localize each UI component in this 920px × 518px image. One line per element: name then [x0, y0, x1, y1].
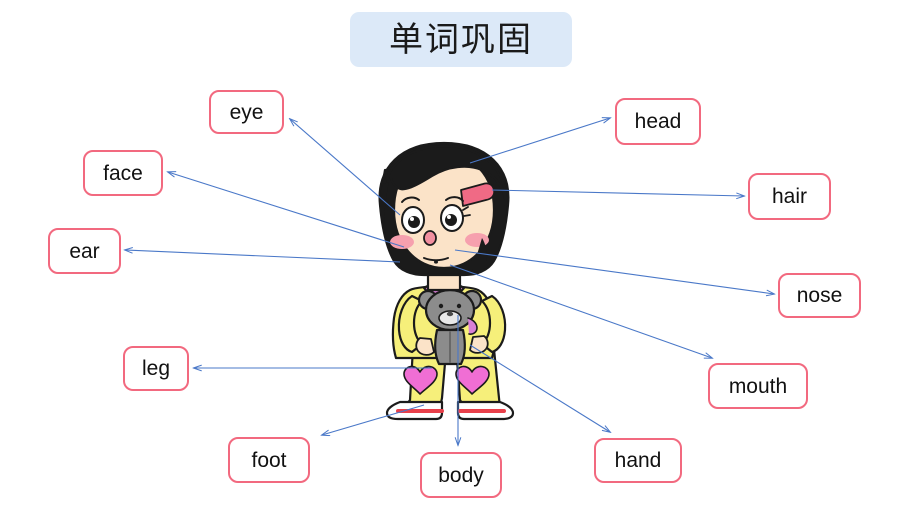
mouth-dot: [434, 260, 438, 264]
right-pupil: [445, 214, 457, 226]
arrow-to-head: [469, 118, 610, 164]
word-label-eye[interactable]: eye: [209, 90, 284, 134]
word-label-text: body: [438, 463, 484, 487]
left-eye: [401, 206, 425, 234]
page-title-box: 单词巩固: [350, 12, 572, 67]
bear-snout: [438, 310, 462, 326]
left-shoe: [385, 400, 444, 421]
left-leg: [402, 328, 449, 410]
word-label-leg[interactable]: leg: [123, 346, 189, 391]
bear-ribbon: [467, 317, 478, 335]
arrow-to-hair: [491, 189, 744, 196]
right-eyelashes: [462, 206, 471, 217]
illustration-girl: [378, 141, 515, 421]
right-eye: [440, 204, 464, 232]
face: [392, 152, 496, 270]
bear-left-ear: [417, 289, 439, 311]
left-cheek: [390, 235, 414, 249]
bear-right-ear: [461, 289, 483, 311]
hair-back: [378, 141, 510, 277]
word-label-nose[interactable]: nose: [778, 273, 861, 318]
word-label-face[interactable]: face: [83, 150, 163, 196]
left-eye-highlight: [410, 217, 414, 221]
right-shoe: [456, 400, 515, 421]
word-label-foot[interactable]: foot: [228, 437, 310, 483]
arrow-to-ear: [125, 250, 401, 263]
right-pant-heart: [455, 365, 490, 395]
arrow-to-hand: [469, 344, 610, 432]
right-leg: [453, 328, 502, 410]
arrow-to-mouth: [449, 264, 712, 358]
word-label-text: eye: [229, 100, 264, 124]
word-label-text: face: [103, 161, 143, 185]
word-label-text: hand: [614, 449, 662, 472]
arrow-to-nose: [454, 249, 774, 294]
arrow-to-eye: [290, 119, 401, 216]
word-label-text: mouth: [728, 374, 788, 398]
arrow-to-face: [168, 172, 405, 248]
word-label-text: ear: [69, 239, 100, 263]
word-label-text: nose: [796, 284, 843, 307]
word-label-ear[interactable]: ear: [48, 228, 121, 274]
bear-head: [424, 288, 476, 332]
bear-body: [434, 328, 466, 366]
mouth: [423, 257, 449, 262]
hair-sidelock-left: [379, 182, 389, 226]
pajama-top: [391, 285, 497, 360]
collar: [422, 281, 466, 312]
word-label-text: hair: [771, 185, 808, 208]
left-pupil: [408, 216, 420, 228]
word-label-body[interactable]: body: [420, 452, 502, 498]
right-arm: [480, 294, 507, 354]
hair-sidelock-right: [471, 238, 487, 276]
word-label-text: head: [634, 110, 682, 133]
pointer-arrows: [0, 0, 920, 518]
bear-left-eye: [438, 303, 444, 309]
bear-nose: [446, 311, 454, 317]
word-label-hand[interactable]: hand: [594, 438, 682, 483]
word-label-text: foot: [251, 448, 287, 472]
word-label-head[interactable]: head: [615, 98, 701, 145]
word-label-text: leg: [141, 357, 171, 380]
right-hand: [469, 335, 489, 354]
right-eye-highlight: [447, 215, 451, 219]
hair-fringe: [380, 144, 508, 208]
left-pant-heart: [403, 365, 438, 395]
page-title: 单词巩固: [389, 19, 533, 60]
left-hand: [415, 337, 435, 356]
bear-right-eye: [456, 303, 462, 309]
arrow-to-foot: [322, 404, 425, 435]
hair-clip: [460, 182, 496, 207]
right-cheek: [465, 233, 489, 247]
neck: [426, 270, 462, 292]
right-eyebrow: [445, 196, 464, 202]
slide-canvas: 单词巩固 eye head face hair ear nose leg mou…: [0, 0, 920, 518]
nose: [423, 230, 437, 246]
word-label-mouth[interactable]: mouth: [708, 363, 808, 409]
word-label-hair[interactable]: hair: [748, 173, 831, 220]
left-arm: [397, 294, 424, 354]
left-eyebrow: [401, 196, 420, 203]
